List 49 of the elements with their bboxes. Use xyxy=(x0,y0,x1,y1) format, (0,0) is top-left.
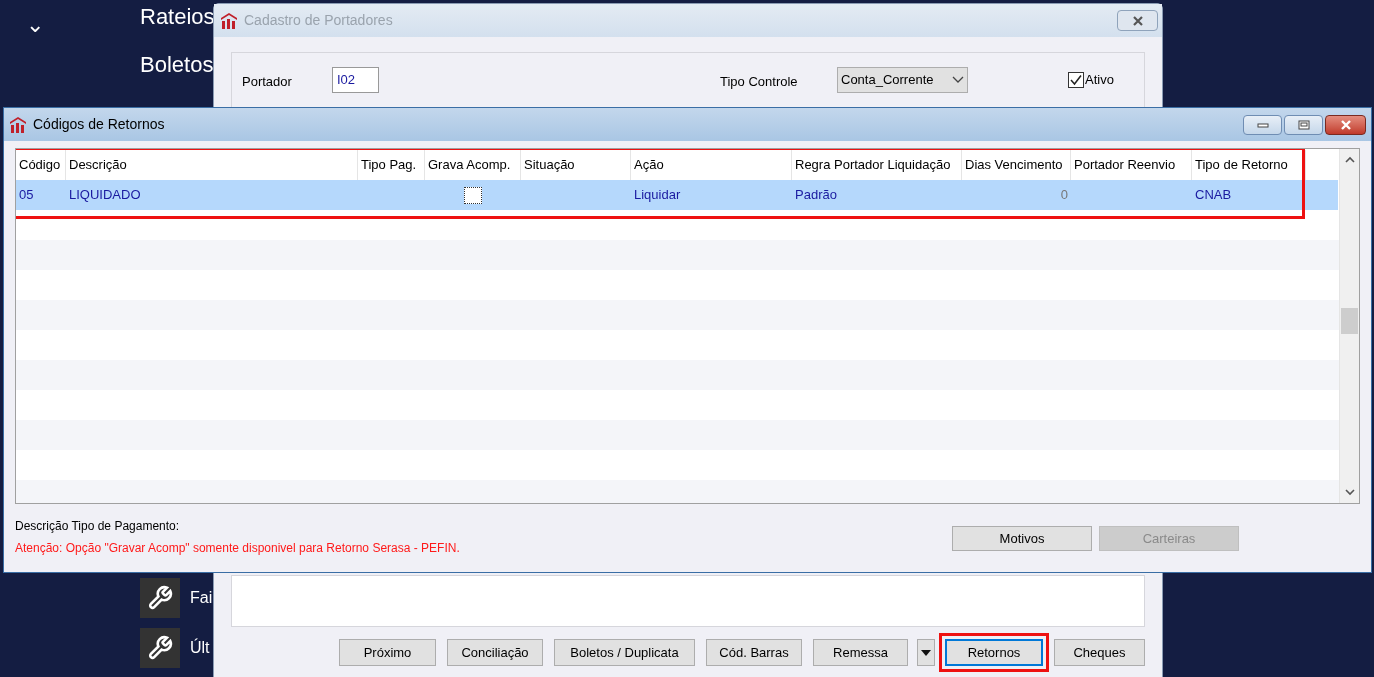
table-row[interactable]: 05 LIQUIDADO Liquidar Padrão 0 CNAB xyxy=(16,180,1338,210)
app-logo-icon xyxy=(220,11,238,30)
table-cell-text: Liquidar xyxy=(634,186,681,205)
grava-acomp-checkbox[interactable] xyxy=(464,186,482,204)
sidebar-item[interactable]: Rateios xyxy=(140,2,215,32)
wrench-icon[interactable] xyxy=(140,578,180,618)
chevron-down-icon[interactable] xyxy=(1344,489,1355,496)
close-icon xyxy=(1338,119,1353,130)
dialog-button[interactable]: Retornos xyxy=(945,639,1043,666)
close-button[interactable] xyxy=(1117,10,1158,31)
app-logo-icon xyxy=(9,115,27,134)
vertical-scrollbar[interactable] xyxy=(1339,149,1359,503)
checkbox-label: Ativo xyxy=(1085,71,1114,89)
window-title: Cadastro de Portadores xyxy=(244,11,394,30)
dialog-button[interactable]: Boletos / Duplicata xyxy=(554,639,695,666)
table-cell-text: CNAB xyxy=(1195,186,1232,205)
portador-field[interactable]: I02 xyxy=(332,67,379,93)
warning-text: Atenção: Opção "Gravar Acomp" somente disponivel para Retorno Serasa - PEFIN. xyxy=(15,540,461,557)
field-label: Portador xyxy=(242,73,293,91)
table-cell-text: 05 xyxy=(19,186,34,205)
sidebar-item[interactable]: Fai xyxy=(190,586,213,610)
minimize-button[interactable] xyxy=(1243,114,1282,135)
sidebar-item[interactable]: Boletos xyxy=(140,50,215,80)
table-cell-text: Padrão xyxy=(795,186,837,205)
table-cell-text: 0 xyxy=(1060,186,1068,205)
scrollbar-thumb[interactable] xyxy=(1341,308,1358,334)
table-cell-text: LIQUIDADO xyxy=(69,186,141,205)
dialog-button[interactable]: Cheques xyxy=(1054,639,1145,666)
sidebar-item[interactable]: Últ xyxy=(190,636,210,660)
dialog-button[interactable]: Próximo xyxy=(339,639,436,666)
description-label: Descrição Tipo de Pagamento: xyxy=(15,518,181,535)
dropdown-button[interactable] xyxy=(917,639,935,666)
expand-chevron[interactable]: ⌄ xyxy=(26,14,44,36)
chevron-down-icon xyxy=(952,76,964,84)
field-label: Tipo Controle xyxy=(720,73,799,91)
dialog-button[interactable]: Conciliação xyxy=(447,639,543,666)
caret-icon xyxy=(921,649,931,656)
restore-icon xyxy=(1297,119,1310,130)
dialog-button[interactable]: Remessa xyxy=(813,639,908,666)
wrench-icon[interactable] xyxy=(140,628,180,668)
tipo-controle-dropdown[interactable]: Conta_Corrente xyxy=(837,67,968,93)
window-title: Códigos de Retornos xyxy=(33,115,166,134)
dialog-button[interactable]: Cód. Barras xyxy=(706,639,802,666)
close-button[interactable] xyxy=(1325,114,1366,135)
minimize-icon xyxy=(1256,121,1269,128)
chevron-up-icon[interactable] xyxy=(1344,156,1355,163)
ativo-checkbox[interactable] xyxy=(1068,71,1084,88)
dialog-button[interactable]: Motivos xyxy=(952,526,1092,551)
close-icon xyxy=(1130,15,1145,26)
